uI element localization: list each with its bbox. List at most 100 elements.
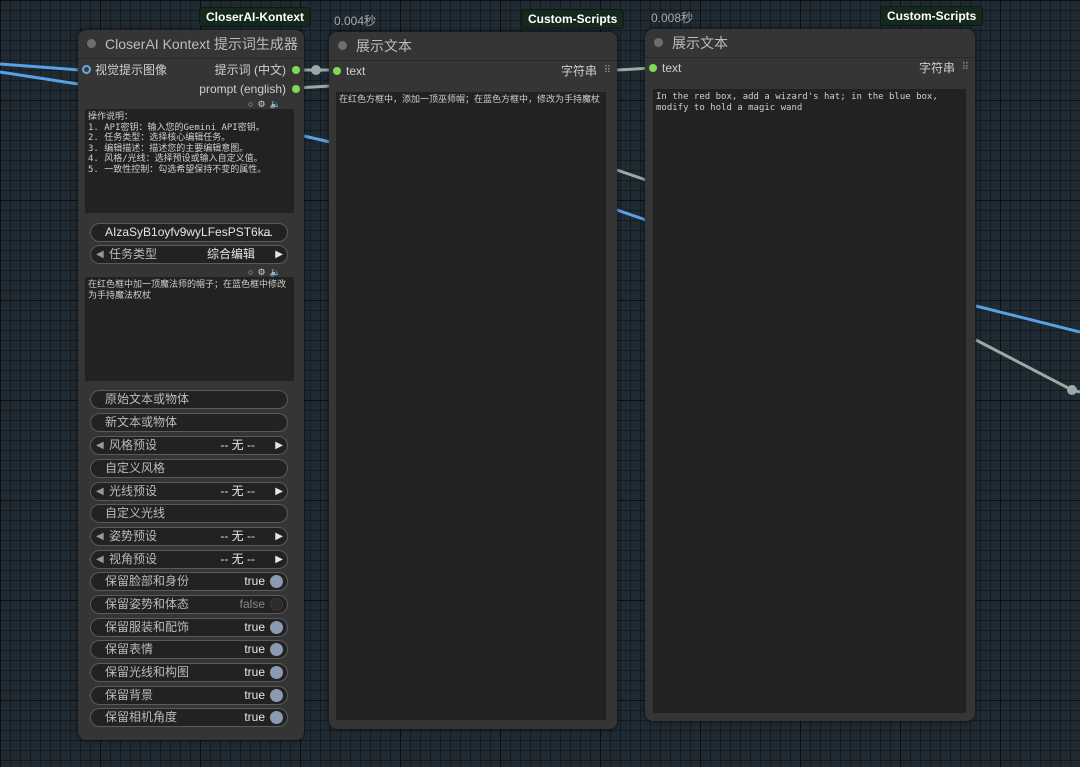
toggle-value: true [244, 642, 265, 656]
new-text-label: 新文本或物体 [105, 415, 178, 429]
toggle-knob-icon[interactable] [270, 711, 283, 724]
link-behind-gray-1 [616, 168, 647, 182]
original-text-input[interactable]: 原始文本或物体 [90, 390, 288, 409]
toggle-knob-icon[interactable] [270, 575, 283, 588]
image-slot-dot-icon[interactable] [82, 65, 91, 74]
reroute-dot-2 [1067, 385, 1077, 395]
custom-style-input[interactable]: 自定义风格 [90, 459, 288, 478]
kontext-prompt-node[interactable]: CloserAI Kontext 提示词生成器 视觉提示图像 提示词 (中文) … [78, 30, 304, 740]
right-arrow-icon[interactable]: ▶ [275, 483, 283, 500]
pose-preset-combo[interactable]: ◀ 姿势预设 -- 无 -- ▶ [90, 527, 288, 546]
node3-timing: 0.008秒 [651, 11, 694, 25]
toggle-keep-face[interactable]: 保留脸部和身份 true [90, 572, 288, 591]
input-dot-icon[interactable] [333, 67, 341, 75]
pose-preset-label: 姿势预设 [109, 529, 158, 543]
link-right-gray [975, 338, 1080, 394]
link-left-2 [0, 70, 79, 86]
custom-style-label: 自定义风格 [105, 461, 166, 475]
api-key-input[interactable]: AIzaSyB1oyfv9wyLFesPST6ka ... [90, 223, 288, 242]
reroute-dot-1 [311, 65, 321, 75]
right-arrow-icon[interactable]: ▶ [275, 246, 283, 263]
speaker-icon[interactable]: 🔈 [270, 267, 285, 277]
left-arrow-icon[interactable]: ◀ [96, 528, 104, 545]
custom-light-input[interactable]: 自定义光线 [90, 504, 288, 523]
collapse-dot-icon[interactable] [338, 41, 347, 50]
light-preset-value: -- 无 -- [220, 484, 255, 498]
pose-preset-value: -- 无 -- [220, 529, 255, 543]
task-type-combo[interactable]: ◀ 任务类型 综合编辑 ▶ [90, 245, 288, 264]
link-image-input [0, 62, 81, 72]
node3-title: 展示文本 [672, 35, 728, 51]
node3-output-slot[interactable]: 字符串 ⠿ [869, 59, 969, 77]
node1-title: CloserAI Kontext 提示词生成器 [105, 36, 298, 52]
edit-description-textarea[interactable]: 在红色框中加一顶魔法师的帽子；在蓝色框中修改为手持魔法权杖 [85, 277, 294, 381]
toggle-knob-icon[interactable] [270, 689, 283, 702]
node2-text-display[interactable]: 在红色方框中，添加一顶巫师帽；在蓝色方框中，修改为手持魔杖 [336, 92, 606, 720]
task-type-value: 综合编辑 [206, 247, 255, 261]
collapse-dot-icon[interactable] [87, 39, 96, 48]
collapse-dot-icon[interactable] [654, 38, 663, 47]
view-preset-combo[interactable]: ◀ 视角预设 -- 无 -- ▶ [90, 550, 288, 569]
toggle-label: 保留脸部和身份 [105, 574, 190, 588]
node2-output-slot[interactable]: 字符串 ⠿ [511, 62, 611, 80]
api-key-value: AIzaSyB1oyfv9wyLFesPST6ka [105, 225, 271, 239]
toggle-value: true [244, 620, 265, 634]
node2-output-label: 字符串 [560, 64, 597, 78]
style-preset-value: -- 无 -- [220, 438, 255, 452]
style-preset-combo[interactable]: ◀ 风格预设 -- 无 -- ▶ [90, 436, 288, 455]
left-arrow-icon[interactable]: ◀ [96, 437, 104, 454]
left-arrow-icon[interactable]: ◀ [96, 551, 104, 568]
toggle-keep-pose[interactable]: 保留姿势和体态 false [90, 595, 288, 614]
node2-category-badge: Custom-Scripts [521, 9, 625, 29]
toggle-value: true [244, 574, 265, 588]
speaker-icon[interactable]: 🔈 [270, 99, 285, 109]
link-right-blue [975, 304, 1080, 334]
toggle-knob-icon[interactable] [270, 598, 283, 611]
right-arrow-icon[interactable]: ▶ [275, 437, 283, 454]
toggle-knob-icon[interactable] [270, 643, 283, 656]
toggle-keep-background[interactable]: 保留背景 true [90, 686, 288, 705]
toggle-keep-camera[interactable]: 保留相机角度 true [90, 708, 288, 727]
right-arrow-icon[interactable]: ▶ [275, 528, 283, 545]
toggle-knob-icon[interactable] [270, 621, 283, 634]
cn-output-label: 提示词 (中文) [214, 63, 286, 77]
original-text-label: 原始文本或物体 [105, 392, 190, 406]
toggle-label: 保留服装和配饰 [105, 620, 190, 634]
toggle-label: 保留姿势和体态 [105, 597, 190, 611]
style-preset-label: 风格预设 [109, 438, 158, 452]
show-text-node-en[interactable]: 展示文本 text 字符串 ⠿ In the red box, add a wi… [645, 29, 975, 721]
new-text-input[interactable]: 新文本或物体 [90, 413, 288, 432]
toggle-keep-expression[interactable]: 保留表情 true [90, 640, 288, 659]
en-output-slot[interactable]: prompt (english) [150, 80, 300, 98]
show-text-node-cn[interactable]: 展示文本 text 字符串 ⠿ 在红色方框中，添加一顶巫师帽；在蓝色方框中，修改… [329, 32, 617, 729]
gear-icon[interactable]: ⚙ [257, 267, 269, 277]
custom-light-label: 自定义光线 [105, 506, 166, 520]
api-key-ellipsis: ... [262, 225, 273, 239]
left-arrow-icon[interactable]: ◀ [96, 246, 104, 263]
node3-text-display[interactable]: In the red box, add a wizard's hat; in t… [653, 89, 966, 713]
light-preset-label: 光线预设 [109, 484, 158, 498]
en-output-dot-icon[interactable] [292, 85, 300, 93]
node2-title-bar[interactable]: 展示文本 [329, 32, 617, 61]
cn-output-dot-icon[interactable] [292, 66, 300, 74]
cn-output-slot[interactable]: 提示词 (中文) [150, 61, 300, 79]
right-arrow-icon[interactable]: ▶ [275, 551, 283, 568]
toggle-value: true [244, 688, 265, 702]
view-preset-label: 视角预设 [109, 552, 158, 566]
light-preset-combo[interactable]: ◀ 光线预设 -- 无 -- ▶ [90, 482, 288, 501]
en-output-label: prompt (english) [199, 82, 286, 96]
toggle-knob-icon[interactable] [270, 666, 283, 679]
toggle-label: 保留表情 [105, 642, 154, 656]
node3-title-bar[interactable]: 展示文本 [645, 29, 975, 58]
grid-icon[interactable]: ⠿ [962, 59, 969, 77]
gear-icon[interactable]: ⚙ [257, 99, 269, 109]
node1-title-bar[interactable]: CloserAI Kontext 提示词生成器 [78, 30, 304, 59]
left-arrow-icon[interactable]: ◀ [96, 483, 104, 500]
toggle-keep-clothing[interactable]: 保留服装和配饰 true [90, 618, 288, 637]
toggle-label: 保留背景 [105, 688, 154, 702]
toggle-keep-lighting[interactable]: 保留光线和构图 true [90, 663, 288, 682]
node1-category-badge: CloserAI-Kontext [199, 7, 312, 27]
grid-icon[interactable]: ⠿ [604, 62, 611, 80]
instructions-textarea[interactable]: 操作说明： 1. API密钥：输入您的Gemini API密钥。 2. 任务类型… [85, 109, 294, 213]
input-dot-icon[interactable] [649, 64, 657, 72]
